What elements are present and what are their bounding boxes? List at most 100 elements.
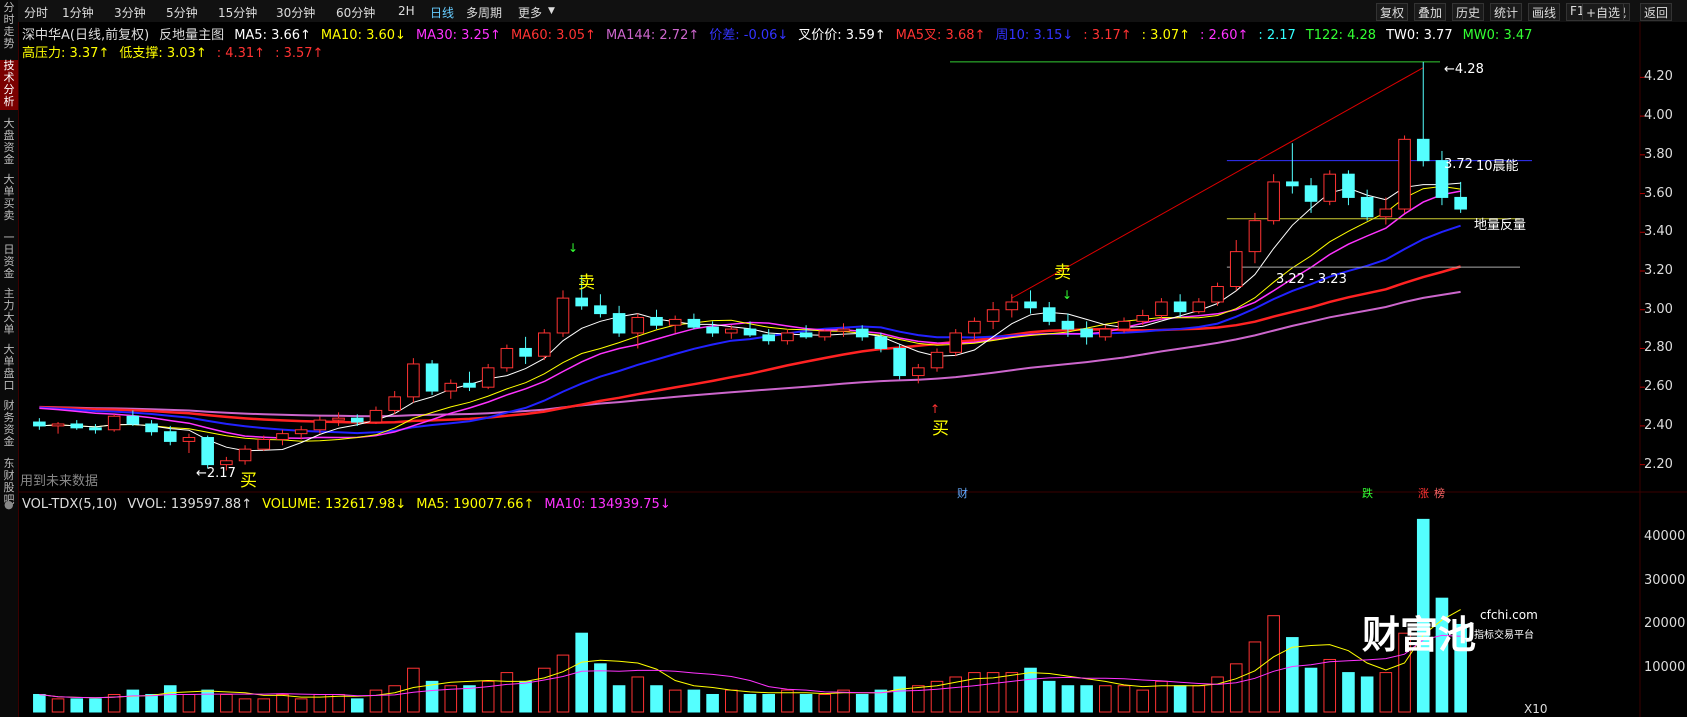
volume-bar bbox=[220, 693, 233, 713]
volume-tick-label: 40000 bbox=[1644, 528, 1686, 544]
candle-body bbox=[1136, 315, 1150, 322]
watermark-sub: 指标交易平台 bbox=[1474, 630, 1534, 641]
candle-body bbox=[126, 415, 140, 425]
candle-body bbox=[425, 363, 439, 392]
candle-body bbox=[1155, 301, 1168, 317]
buy-label-2: 买 bbox=[240, 471, 257, 491]
volume-bar bbox=[1042, 680, 1056, 713]
volume-bar bbox=[1379, 672, 1393, 713]
candle-body bbox=[350, 417, 364, 423]
volume-bar bbox=[762, 693, 775, 713]
vol-ma10-line bbox=[39, 634, 1461, 699]
candle-body bbox=[874, 336, 888, 349]
candle-body bbox=[537, 332, 551, 357]
future-data-note: 用到未来数据 bbox=[20, 474, 99, 489]
candle-body bbox=[668, 318, 682, 326]
volume-tick-label: 20000 bbox=[1644, 616, 1686, 632]
collapse-icon[interactable]: ● bbox=[4, 498, 14, 511]
candle-body bbox=[986, 309, 1000, 322]
candle-body bbox=[70, 423, 84, 429]
candle-body bbox=[556, 297, 570, 334]
volume-bar bbox=[631, 676, 645, 713]
volume-bar bbox=[893, 676, 906, 713]
volume-bar bbox=[33, 693, 46, 713]
candle-body bbox=[1342, 173, 1355, 198]
candle-body bbox=[725, 328, 738, 334]
legend-vol-item-3: MA5: 190077.66↑ bbox=[416, 497, 535, 512]
candle-body bbox=[369, 409, 383, 423]
volume-bar bbox=[369, 689, 383, 713]
volume-bar bbox=[687, 689, 701, 713]
volume-bar bbox=[1099, 685, 1112, 713]
candle-body bbox=[594, 305, 607, 315]
volume-bar bbox=[89, 698, 102, 713]
candle-body bbox=[781, 332, 794, 342]
volume-bar bbox=[912, 685, 925, 713]
sell-label-2: 卖 bbox=[1054, 263, 1071, 283]
badge-fall: 跌 bbox=[1362, 487, 1373, 500]
candle-body bbox=[1005, 301, 1019, 311]
volume-bar bbox=[519, 680, 532, 713]
volume-bar bbox=[612, 685, 626, 713]
candle-body bbox=[500, 347, 514, 369]
sell-signal-1: ↓ bbox=[568, 241, 579, 255]
candle-body bbox=[1080, 328, 1093, 338]
volume-unit: X10 bbox=[1524, 702, 1548, 716]
volume-tick-label: 10000 bbox=[1644, 660, 1686, 676]
candle-body bbox=[1117, 320, 1131, 330]
candle-body bbox=[1416, 138, 1430, 162]
volume-bar bbox=[407, 667, 420, 713]
candle-body bbox=[313, 419, 327, 431]
candle-body bbox=[1192, 301, 1206, 313]
candle-body bbox=[949, 332, 963, 353]
volume-bar bbox=[463, 685, 476, 713]
candle-body bbox=[1248, 220, 1262, 253]
sell-label-1: 卖 bbox=[578, 273, 595, 293]
volume-bar bbox=[1342, 672, 1355, 713]
candle-body bbox=[463, 382, 476, 388]
candle-body bbox=[294, 429, 308, 435]
ma60-line bbox=[39, 265, 1461, 424]
candle-body bbox=[107, 415, 121, 431]
volume-bar bbox=[1323, 658, 1337, 713]
candle-body bbox=[799, 332, 813, 338]
candle-body bbox=[1042, 307, 1056, 322]
trend-line bbox=[1011, 67, 1424, 299]
candle-body bbox=[388, 396, 401, 411]
candle-body bbox=[762, 334, 775, 342]
volume-bar bbox=[799, 693, 813, 713]
volume-bar bbox=[294, 698, 308, 713]
candle-body bbox=[89, 427, 102, 431]
volume-bar bbox=[1229, 663, 1243, 713]
legend-vol-item-1: VVOL: 139597.88↑ bbox=[127, 497, 253, 512]
sell-signal-2: ↓ bbox=[1062, 288, 1073, 302]
volume-bar bbox=[1192, 685, 1206, 713]
volume-bar bbox=[276, 693, 289, 713]
volume-bar bbox=[537, 667, 551, 713]
volume-bar bbox=[500, 672, 514, 713]
candle-body bbox=[1211, 285, 1224, 303]
candle-body bbox=[238, 448, 252, 462]
volume-bar bbox=[145, 693, 158, 713]
volume-bar bbox=[126, 689, 140, 713]
volume-bar bbox=[1304, 667, 1318, 713]
legend-vol-item-4: MA10: 134939.75↓ bbox=[544, 497, 671, 512]
candle-body bbox=[1379, 208, 1393, 218]
candle-body bbox=[444, 382, 458, 392]
volume-bar bbox=[1136, 689, 1150, 713]
price-label-372: 3.72 bbox=[1444, 157, 1473, 172]
candle-body bbox=[145, 423, 158, 433]
volume-bar bbox=[201, 689, 214, 713]
vol-ma5-line bbox=[39, 609, 1461, 699]
volume-bar bbox=[743, 693, 757, 713]
candle-body bbox=[855, 328, 869, 338]
candle-body bbox=[1229, 251, 1243, 287]
volume-bar bbox=[725, 689, 738, 713]
volume-bar bbox=[1117, 685, 1131, 713]
low-price-label: ←2.17 bbox=[196, 466, 236, 481]
volume-bar bbox=[1005, 672, 1019, 713]
badge-finance: 财 bbox=[957, 487, 968, 500]
candle-body bbox=[575, 297, 588, 307]
candle-body bbox=[1061, 320, 1075, 330]
watermark-logo: 财富池 bbox=[1362, 613, 1477, 657]
